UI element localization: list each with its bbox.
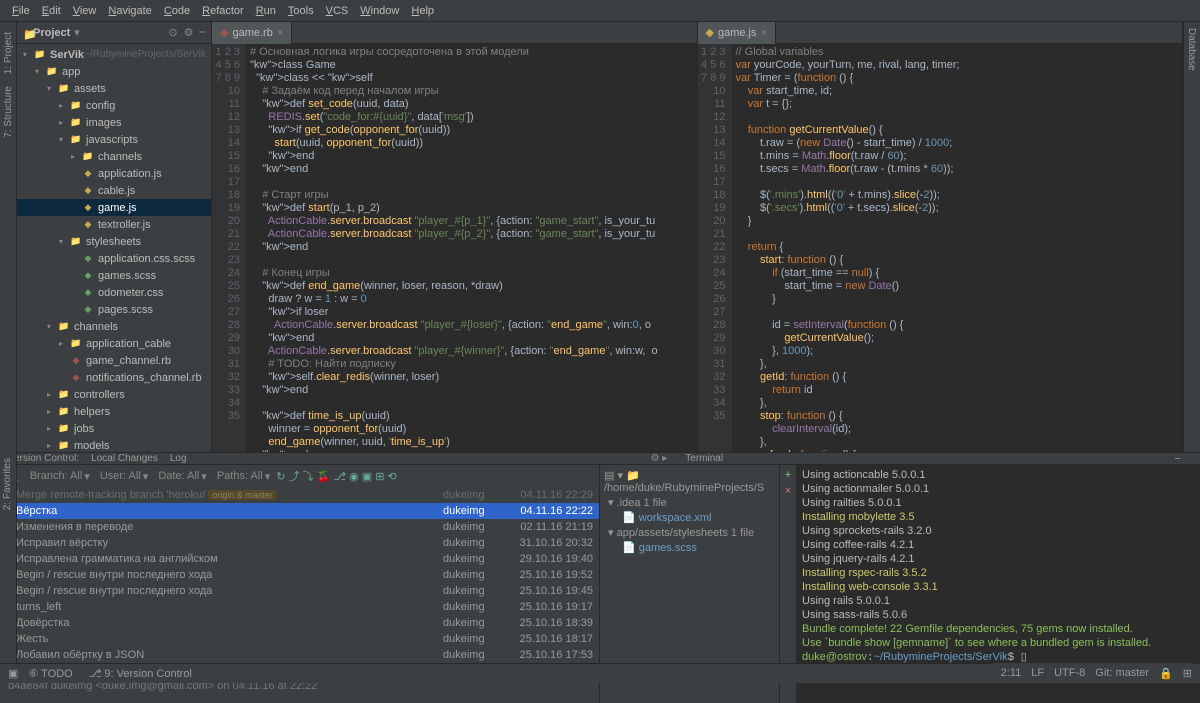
tree-item[interactable]: ◆game.js [17,199,211,216]
tab-favorites[interactable]: 2: Favorites [0,452,15,516]
project-panel: 📁 Project ▾ ⊙ ⚙ ⎯ ▾📁SerVik ~/RubyminePro… [17,22,212,452]
tree-item[interactable]: ▸📁controllers [17,386,211,403]
menu-edit[interactable]: Edit [36,5,67,17]
tab-game-rb[interactable]: ◆ game.rb × [212,22,292,44]
tree-item[interactable]: ◆notifications_channel.rb [17,369,211,386]
status-vc[interactable]: ⎇ 9: Version Control [89,667,192,680]
collapse-icon[interactable]: ⊙ [168,26,177,39]
settings-icon[interactable]: ⚙ [184,26,194,39]
menu-help[interactable]: Help [405,5,440,17]
tree-item[interactable]: ◆textroller.js [17,216,211,233]
project-tree[interactable]: ▾📁SerVik ~/RubymineProjects/SerVik▾📁app▾… [17,44,211,452]
code-right[interactable]: 1 2 3 4 5 6 7 8 9 10 11 12 13 14 15 16 1… [698,44,1183,452]
tree-item[interactable]: ◆games.scss [17,267,211,284]
commit-row[interactable]: ●Begin / rescue внутри последнего ходаdu… [0,583,599,599]
editor-right: ◆ game.js × 1 2 3 4 5 6 7 8 9 10 11 12 1… [698,22,1184,452]
tree-item[interactable]: ▾📁SerVik ~/RubymineProjects/SerVik [17,46,211,63]
vc-filter[interactable]: 🔍 Branch: All▾ User: All▾ Date: All▾ Pat… [0,465,599,487]
hide-icon[interactable]: ⎯ [200,26,206,39]
tree-item[interactable]: ▾📁app [17,63,211,80]
add-icon[interactable]: + [785,469,791,481]
vc-header: Version Control: Local Changes Log ⚙ ▸ T… [0,452,1200,465]
gear-icon[interactable]: ⚙ ▸ [651,453,668,464]
project-panel-header: 📁 Project ▾ ⊙ ⚙ ⎯ [17,22,211,44]
terminal-title: Terminal [685,453,723,464]
ruby-icon: ◆ [220,26,228,39]
tree-item[interactable]: ▸📁models [17,437,211,452]
project-icon: 📁 [23,28,33,38]
menu-file[interactable]: File [6,5,36,17]
tab-project[interactable]: 1: Project [1,26,16,80]
close-icon[interactable]: × [761,27,767,39]
tree-item[interactable]: ▸📁channels [17,148,211,165]
editor-left: ◆ game.rb × 1 2 3 4 5 6 7 8 9 10 11 12 1… [212,22,698,452]
right-tool-tabs: Database [1183,22,1200,452]
commit-row[interactable]: ●Merge remote-tracking branch 'heroku/ o… [0,487,599,503]
menu-run[interactable]: Run [250,5,282,17]
tree-item[interactable]: ▾📁javascripts [17,131,211,148]
tree-item[interactable]: ◆odometer.css [17,284,211,301]
menu-window[interactable]: Window [354,5,405,17]
menu-refactor[interactable]: Refactor [196,5,250,17]
tab-bar-right: ◆ game.js × [698,22,1183,44]
commit-row[interactable]: ●Исправил вёрсткуdukeimg31.10.16 20:32 [0,535,599,551]
bottom-panel: Version Control: Local Changes Log ⚙ ▸ T… [0,452,1200,663]
tree-item[interactable]: ▸📁jobs [17,420,211,437]
tab-database[interactable]: Database [1184,22,1199,77]
editor-area: ◆ game.rb × 1 2 3 4 5 6 7 8 9 10 11 12 1… [212,22,1183,452]
menu-view[interactable]: View [67,5,103,17]
commit-row[interactable]: ●Лобавил обёртку в JSONdukeimg25.10.16 1… [0,647,599,663]
close-icon[interactable]: × [785,485,791,497]
tree-item[interactable]: ◆application.css.scss [17,250,211,267]
code-left[interactable]: 1 2 3 4 5 6 7 8 9 10 11 12 13 14 15 16 1… [212,44,697,452]
close-icon[interactable]: × [277,27,283,39]
menubar: FileEditViewNavigateCodeRefactorRunTools… [0,0,1200,22]
tree-item[interactable]: ▸📁config [17,97,211,114]
tree-item[interactable]: ◆application.js [17,165,211,182]
status-todo[interactable]: ⑥ TODO [28,667,72,680]
js-icon: ◆ [706,26,714,39]
tree-item[interactable]: ▸📁application_cable [17,335,211,352]
tree-item[interactable]: ◆pages.scss [17,301,211,318]
tree-item[interactable]: ◆game_channel.rb [17,352,211,369]
tab-game-js[interactable]: ◆ game.js × [698,22,776,44]
menu-code[interactable]: Code [158,5,196,17]
commit-row[interactable]: ●Жестьdukeimg25.10.16 18:17 [0,631,599,647]
commit-row[interactable]: ●Вёрсткаdukeimg04.11.16 22:22 [0,503,599,519]
left-tool-tabs: 1: Project 7: Structure [0,22,17,452]
tree-item[interactable]: ▾📁channels [17,318,211,335]
tree-item[interactable]: ▾📁stylesheets [17,233,211,250]
vc-tab-local[interactable]: Local Changes [91,453,158,464]
hide-icon[interactable]: ⎯ [1175,453,1180,464]
tree-item[interactable]: ◆cable.js [17,182,211,199]
menu-tools[interactable]: Tools [282,5,320,17]
commit-row[interactable]: ●Довёрсткаdukeimg25.10.16 18:39 [0,615,599,631]
project-panel-title: Project [33,27,70,39]
menu-vcs[interactable]: VCS [320,5,355,17]
tree-item[interactable]: ▸📁helpers [17,403,211,420]
commit-row[interactable]: ●Изменения в переводеdukeimg02.11.16 21:… [0,519,599,535]
commit-row[interactable]: ●Begin / rescue внутри последнего ходаdu… [0,567,599,583]
commit-row[interactable]: ●Исправлена грамматика на английскомduke… [0,551,599,567]
tree-item[interactable]: ▾📁assets [17,80,211,97]
commit-list[interactable]: ●Merge remote-tracking branch 'heroku/ o… [0,487,599,663]
tab-bar-left: ◆ game.rb × [212,22,697,44]
tree-item[interactable]: ▸📁images [17,114,211,131]
vc-tab-log[interactable]: Log [170,453,187,464]
commit-row[interactable]: ●turns_leftdukeimg25.10.16 19:17 [0,599,599,615]
menu-navigate[interactable]: Navigate [102,5,157,17]
tab-structure[interactable]: 7: Structure [1,80,16,144]
